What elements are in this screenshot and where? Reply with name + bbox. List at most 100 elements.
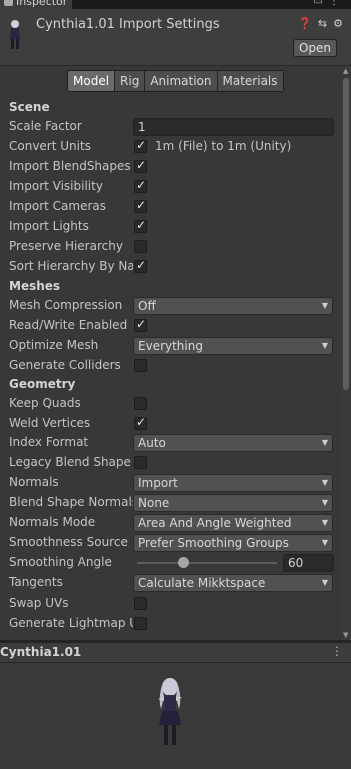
tangents-row: Tangents Calculate Mikktspace ▼	[0, 573, 341, 593]
import-cameras-checkbox[interactable]	[134, 198, 147, 213]
model-preview[interactable]	[0, 663, 351, 769]
open-button[interactable]: Open	[293, 39, 337, 57]
import-visibility-row: Import Visibility	[0, 177, 341, 197]
generate-colliders-label: Generate Colliders	[9, 358, 121, 372]
scene-heading: Scene	[9, 100, 50, 114]
window-tab-bar: Inspector ▭⋮	[0, 0, 351, 9]
import-blendshapes-checkbox[interactable]	[134, 158, 147, 173]
gen-lightmap-uvs-label: Generate Lightmap UV	[9, 616, 133, 630]
index-format-dropdown[interactable]: Auto ▼	[133, 434, 333, 452]
scroll-up-icon[interactable]: ▲	[343, 67, 348, 75]
optimize-mesh-value: Everything	[138, 339, 203, 353]
keep-quads-checkbox[interactable]	[134, 397, 147, 410]
import-blendshapes-row: Import BlendShapes	[0, 157, 341, 177]
header-icons: ❓ ⇆ ⚙	[298, 17, 343, 30]
swap-uvs-row: Swap UVs	[0, 594, 341, 614]
tangents-dropdown[interactable]: Calculate Mikktspace ▼	[133, 574, 333, 592]
import-settings-content: Model Rig Animation Materials Scene Scal…	[0, 66, 341, 640]
blend-normals-dropdown[interactable]: None ▼	[133, 494, 333, 512]
vertical-scrollbar[interactable]: ▲ ▼	[341, 66, 351, 640]
smoothness-source-dropdown[interactable]: Prefer Smoothing Groups ▼	[133, 534, 333, 552]
scrollbar-thumb[interactable]	[343, 78, 349, 390]
keep-quads-row: Keep Quads	[0, 394, 341, 414]
keep-quads-label: Keep Quads	[9, 396, 81, 410]
normals-mode-dropdown[interactable]: Area And Angle Weighted ▼	[133, 514, 333, 532]
import-tabs: Model Rig Animation Materials	[67, 70, 284, 92]
optimize-mesh-label: Optimize Mesh	[9, 338, 99, 352]
gen-lightmap-uvs-checkbox[interactable]	[134, 617, 147, 630]
weld-vertices-checkbox[interactable]	[134, 415, 147, 430]
convert-units-row: Convert Units 1m (File) to 1m (Unity)	[0, 137, 341, 157]
scale-factor-row: Scale Factor 1	[0, 117, 341, 137]
convert-units-note: 1m (File) to 1m (Unity)	[155, 139, 292, 153]
smoothing-angle-row: Smoothing Angle 60	[0, 553, 341, 573]
inspector-tab[interactable]: Inspector	[0, 0, 72, 9]
swap-uvs-checkbox[interactable]	[134, 597, 147, 610]
chevron-down-icon: ▼	[321, 478, 328, 487]
preset-icon[interactable]: ⇆	[318, 17, 327, 30]
help-icon[interactable]: ❓	[298, 17, 312, 30]
sort-hierarchy-checkbox[interactable]	[134, 258, 147, 273]
import-visibility-checkbox[interactable]	[134, 178, 147, 193]
import-cameras-label: Import Cameras	[9, 199, 106, 213]
weld-vertices-label: Weld Vertices	[9, 416, 91, 430]
mesh-compression-value: Off	[138, 299, 156, 313]
swap-uvs-label: Swap UVs	[9, 596, 69, 610]
sort-hierarchy-label: Sort Hierarchy By Nar	[9, 259, 133, 273]
generate-colliders-row: Generate Colliders	[0, 356, 341, 376]
scale-factor-input[interactable]: 1	[133, 118, 334, 136]
inspector-icon	[4, 0, 13, 6]
preview-header: Cynthia1.01 ⋮	[0, 643, 351, 663]
blend-normals-label: Blend Shape Normals	[9, 495, 133, 509]
legacy-blend-label: Legacy Blend Shape N	[9, 455, 133, 469]
optimize-mesh-dropdown[interactable]: Everything ▼	[133, 337, 333, 355]
optimize-mesh-row: Optimize Mesh Everything ▼	[0, 336, 341, 356]
tab-materials[interactable]: Materials	[217, 71, 283, 91]
kebab-menu-icon[interactable]: ⋮	[331, 644, 343, 658]
chevron-down-icon: ▼	[321, 518, 328, 527]
tab-tools: ▭⋮	[314, 0, 345, 7]
smoothness-source-label: Smoothness Source	[9, 535, 128, 549]
chevron-down-icon: ▼	[321, 498, 328, 507]
normals-value: Import	[138, 476, 178, 490]
mesh-compression-label: Mesh Compression	[9, 298, 123, 312]
weld-vertices-row: Weld Vertices	[0, 414, 341, 434]
chevron-down-icon: ▼	[321, 341, 328, 350]
index-format-label: Index Format	[9, 435, 89, 449]
character-model-icon	[158, 678, 182, 745]
inspector-tab-label: Inspector	[16, 0, 68, 8]
legacy-blend-row: Legacy Blend Shape N	[0, 453, 341, 473]
legacy-blend-checkbox[interactable]	[134, 456, 147, 469]
normals-row: Normals Import ▼	[0, 473, 341, 493]
import-settings-title: Cynthia1.01 Import Settings	[36, 17, 220, 32]
generate-colliders-checkbox[interactable]	[134, 359, 147, 372]
model-thumbnail-icon	[10, 20, 20, 49]
maximize-icon[interactable]: ▭	[314, 0, 329, 7]
scroll-down-icon[interactable]: ▼	[343, 631, 348, 639]
mesh-compression-dropdown[interactable]: Off ▼	[133, 297, 333, 315]
tab-animation[interactable]: Animation	[145, 71, 218, 91]
read-write-row: Read/Write Enabled	[0, 316, 341, 336]
mesh-compression-row: Mesh Compression Off ▼	[0, 296, 341, 316]
chevron-down-icon: ▼	[321, 301, 328, 310]
chevron-down-icon: ▼	[321, 438, 328, 447]
normals-dropdown[interactable]: Import ▼	[133, 474, 333, 492]
read-write-checkbox[interactable]	[134, 317, 147, 332]
geometry-heading: Geometry	[9, 377, 76, 391]
blend-normals-row: Blend Shape Normals None ▼	[0, 493, 341, 513]
smoothing-angle-input[interactable]: 60	[283, 554, 334, 572]
import-lights-checkbox[interactable]	[134, 218, 147, 233]
blend-normals-value: None	[138, 496, 170, 510]
convert-units-checkbox[interactable]	[134, 138, 147, 153]
normals-mode-row: Normals Mode Area And Angle Weighted ▼	[0, 513, 341, 533]
smoothing-angle-slider-track[interactable]	[137, 562, 277, 564]
menu-icon[interactable]: ⋮	[329, 0, 345, 7]
preserve-hierarchy-label: Preserve Hierarchy	[9, 239, 123, 253]
settings-gear-icon[interactable]: ⚙	[333, 17, 343, 30]
tab-rig[interactable]: Rig	[115, 71, 146, 91]
preserve-hierarchy-checkbox[interactable]	[134, 240, 147, 253]
normals-mode-value: Area And Angle Weighted	[138, 516, 292, 530]
smoothing-angle-slider-handle[interactable]	[178, 557, 190, 568]
scale-factor-label: Scale Factor	[9, 119, 82, 133]
tab-model[interactable]: Model	[68, 71, 116, 91]
